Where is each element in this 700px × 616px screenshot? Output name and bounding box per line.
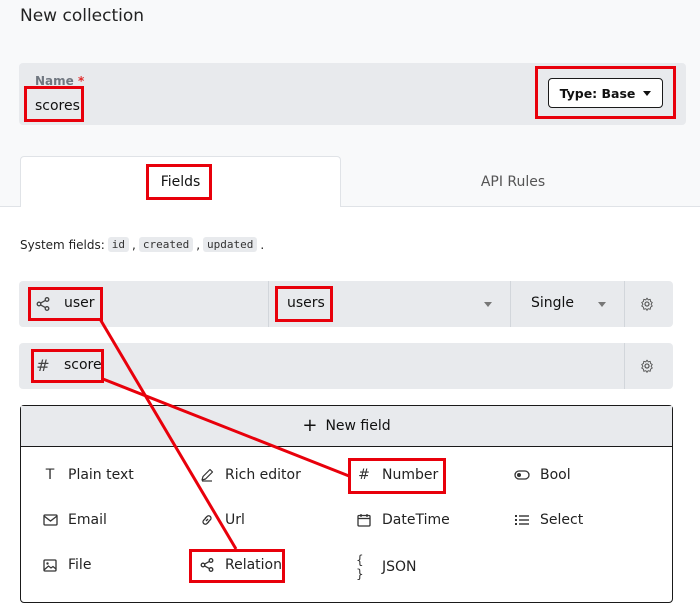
divider	[624, 281, 625, 327]
field-type-url[interactable]: Url	[199, 512, 245, 528]
option-label: Select	[540, 512, 584, 528]
gear-icon[interactable]	[639, 296, 655, 312]
field-type-number[interactable]: # Number	[356, 467, 438, 483]
hash-icon: #	[358, 467, 370, 483]
caret-down-icon	[643, 90, 652, 96]
field-name-input[interactable]: user	[64, 295, 95, 311]
field-name-input[interactable]: score	[64, 357, 102, 373]
toggle-icon	[514, 467, 530, 483]
tab-fields[interactable]: Fields	[20, 156, 341, 207]
option-label: Number	[382, 467, 439, 483]
option-label: File	[68, 557, 92, 573]
divider	[510, 281, 511, 327]
system-fields-prefix: System fields:	[20, 237, 105, 252]
field-type-select[interactable]: Select	[514, 512, 583, 528]
option-label: Url	[225, 512, 245, 528]
list-icon	[514, 512, 530, 528]
option-label: JSON	[382, 559, 417, 575]
page-title: New collection	[20, 6, 145, 26]
option-label: Bool	[540, 467, 571, 483]
braces-icon: { }	[356, 553, 364, 581]
separator: ,	[132, 237, 136, 252]
name-field-label: Name *	[35, 74, 84, 88]
type-button-label: Type: Base	[559, 85, 636, 101]
tab-fields-label: Fields	[160, 174, 201, 190]
divider	[624, 343, 625, 389]
option-label: Email	[68, 512, 107, 528]
divider	[268, 281, 269, 327]
plus-icon: +	[302, 415, 318, 436]
tab-api-rules-label: API Rules	[480, 173, 546, 190]
field-row-score[interactable]: # score	[19, 343, 673, 389]
option-label: Relation	[225, 557, 282, 573]
relation-mode-select[interactable]: Single	[531, 295, 574, 311]
option-label: Rich editor	[225, 467, 301, 483]
type-dropdown-button[interactable]: Type: Base	[548, 78, 663, 108]
field-type-json[interactable]: { } JSON	[356, 553, 417, 581]
chevron-down-icon	[598, 302, 606, 307]
system-field-id: id	[107, 237, 129, 252]
link-icon	[199, 512, 215, 528]
field-type-file[interactable]: File	[42, 557, 91, 573]
pen-icon	[199, 467, 215, 483]
collection-select[interactable]: users	[287, 295, 325, 311]
new-field-label: New field	[325, 418, 391, 434]
calendar-icon	[356, 512, 372, 528]
hash-icon: #	[36, 355, 50, 375]
field-type-relation[interactable]: Relation	[199, 557, 282, 573]
required-mark: *	[77, 74, 85, 88]
tab-api-rules[interactable]: API Rules	[341, 156, 685, 207]
mail-icon	[42, 512, 58, 528]
new-field-button[interactable]: + New field	[21, 406, 672, 447]
suffix: .	[260, 237, 265, 252]
field-type-plain-text[interactable]: T Plain text	[42, 467, 134, 483]
relation-icon	[35, 296, 51, 312]
separator: ,	[196, 237, 201, 252]
field-type-bool[interactable]: Bool	[514, 467, 571, 483]
image-icon	[42, 557, 58, 573]
system-field-created: created	[138, 237, 194, 252]
name-input[interactable]: scores	[35, 98, 80, 114]
chevron-down-icon	[484, 302, 492, 307]
relation-icon	[199, 557, 215, 573]
text-icon: T	[45, 467, 55, 483]
gear-icon[interactable]	[639, 358, 655, 374]
field-type-email[interactable]: Email	[42, 512, 107, 528]
new-field-panel: + New field T Plain text Rich editor # N…	[20, 405, 673, 603]
system-fields-note: System fields: id , created , updated .	[20, 237, 264, 252]
option-label: DateTime	[382, 512, 450, 528]
field-row-user[interactable]: user users Single	[19, 281, 673, 327]
option-label: Plain text	[68, 467, 134, 483]
field-type-datetime[interactable]: DateTime	[356, 512, 450, 528]
field-type-rich-editor[interactable]: Rich editor	[199, 467, 301, 483]
system-field-updated: updated	[203, 237, 258, 252]
name-label-text: Name	[35, 74, 74, 88]
